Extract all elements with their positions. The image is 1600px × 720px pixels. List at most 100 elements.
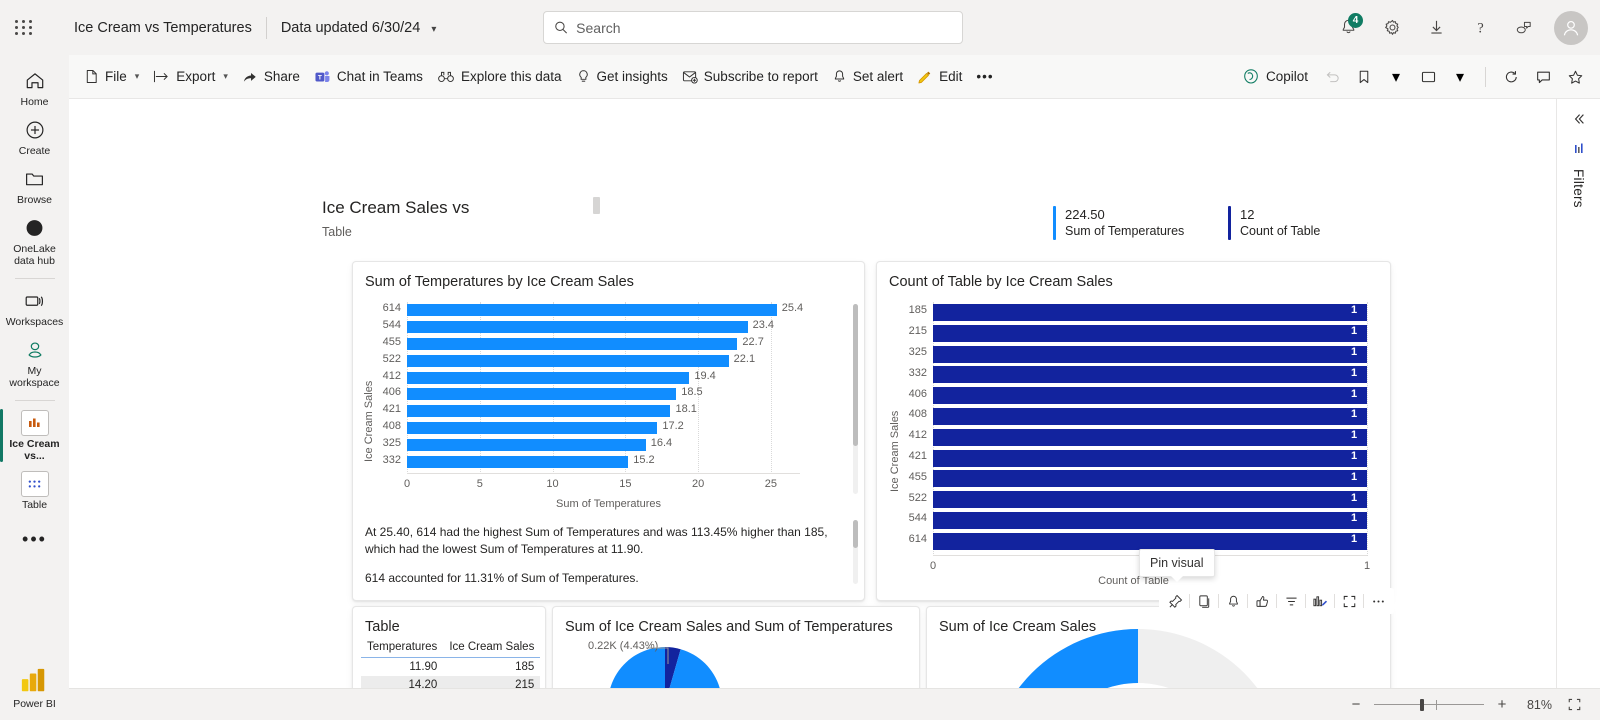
- canvas-drag-handle[interactable]: [593, 197, 600, 214]
- report-name-breadcrumb[interactable]: Ice Cream vs Temperatures: [74, 20, 252, 36]
- sidebar-item-my-workspace[interactable]: My workspace: [0, 332, 69, 393]
- bar[interactable]: [933, 449, 1367, 467]
- table-row[interactable]: 11.90 185: [361, 658, 540, 677]
- bar[interactable]: [407, 304, 777, 317]
- settings-button[interactable]: [1372, 8, 1412, 48]
- sidebar-item-table[interactable]: Table: [0, 466, 69, 515]
- filters-icon-button[interactable]: [1571, 141, 1587, 157]
- edit-button[interactable]: Edit: [910, 61, 969, 93]
- bar[interactable]: [933, 511, 1367, 529]
- bar[interactable]: [407, 388, 677, 401]
- bar[interactable]: [407, 455, 629, 468]
- report-canvas[interactable]: Ice Cream Sales vs Table 224.50 Sum of T…: [69, 99, 1556, 688]
- sidebar-item-home[interactable]: Home: [0, 63, 69, 112]
- bar[interactable]: [933, 470, 1367, 488]
- vertical-scrollbar-thumb[interactable]: [853, 304, 858, 446]
- sidebar-item-browse[interactable]: Browse: [0, 161, 69, 210]
- zoom-out-button[interactable]: −: [1348, 696, 1364, 713]
- bar[interactable]: [407, 338, 738, 350]
- sidebar-item-label: Ice Cream vs...: [9, 438, 60, 462]
- filters-panel-label[interactable]: Filters: [1571, 169, 1586, 208]
- bar[interactable]: [407, 371, 690, 384]
- set-alert-button[interactable]: Set alert: [825, 61, 910, 93]
- bar[interactable]: [407, 354, 729, 367]
- sidebar-item-onelake-data-hub[interactable]: OneLake data hub: [0, 210, 69, 271]
- report-icon: [20, 410, 49, 436]
- visual-hover-toolbar: [1159, 588, 1394, 614]
- file-menu-button[interactable]: File ▾: [77, 61, 146, 93]
- explore-this-data-button[interactable]: Explore this data: [430, 61, 569, 93]
- copy-icon-button[interactable]: [1192, 590, 1216, 612]
- bar[interactable]: [933, 491, 1367, 509]
- table-column-header[interactable]: Temperatures: [361, 639, 444, 658]
- visual-gauge[interactable]: Sum of Ice Cream Sales 4839 0 9678: [926, 606, 1391, 688]
- favorite-button[interactable]: [1560, 62, 1590, 92]
- bar[interactable]: [933, 387, 1367, 405]
- data-updated-dropdown[interactable]: Data updated 6/30/24 ▾: [281, 20, 437, 36]
- powerbi-brand[interactable]: Power BI: [13, 667, 56, 720]
- user-avatar[interactable]: [1554, 10, 1588, 45]
- table-column-header[interactable]: Ice Cream Sales: [443, 639, 541, 658]
- filter-icon-button[interactable]: [1279, 590, 1303, 612]
- focus-mode-icon-button[interactable]: [1337, 590, 1361, 612]
- zoom-slider[interactable]: [1374, 698, 1484, 712]
- alert-icon-button[interactable]: [1221, 590, 1245, 612]
- bar[interactable]: [407, 438, 646, 451]
- bar[interactable]: [933, 324, 1367, 342]
- sidebar-item-workspaces[interactable]: Workspaces: [0, 283, 69, 332]
- visual-temps-by-sales[interactable]: Sum of Temperatures by Ice Cream Sales 6…: [352, 261, 865, 601]
- notifications-button[interactable]: 4: [1328, 8, 1368, 48]
- app-launcher-button[interactable]: [0, 0, 48, 55]
- sidebar-item-ice-cream-report[interactable]: Ice Cream vs...: [0, 405, 69, 466]
- bar[interactable]: [407, 321, 748, 334]
- sidebar-item-create[interactable]: Create: [0, 112, 69, 161]
- downloads-button[interactable]: [1416, 8, 1456, 48]
- more-actions-button[interactable]: •••: [969, 61, 1000, 93]
- table-grid[interactable]: Temperatures Ice Cream Sales 11.90 185 14.20…: [361, 639, 541, 688]
- copilot-button[interactable]: Copilot: [1235, 61, 1315, 93]
- visual-table[interactable]: Table Temperatures Ice Cream Sales 11.90 18…: [352, 606, 546, 688]
- visual-pie[interactable]: Sum of Ice Cream Sales and Sum of Temper…: [552, 606, 920, 688]
- table-row[interactable]: 14.20 215: [361, 676, 541, 688]
- zoom-in-button[interactable]: +: [1494, 696, 1510, 713]
- export-menu-button[interactable]: Export ▾: [146, 61, 235, 93]
- visual-title: Table: [365, 619, 400, 635]
- fit-to-page-button[interactable]: [1562, 693, 1586, 717]
- bookmarks-button[interactable]: [1349, 62, 1379, 92]
- sidebar-more-button[interactable]: •••: [22, 515, 47, 550]
- visual-count-by-sales[interactable]: Count of Table by Ice Cream Sales 185 1 21…: [876, 261, 1391, 601]
- bar[interactable]: [933, 345, 1367, 363]
- feedback-button[interactable]: [1504, 8, 1544, 48]
- view-button[interactable]: [1413, 62, 1443, 92]
- analyze-icon-button[interactable]: [1308, 590, 1332, 612]
- collapse-filters-button[interactable]: [1571, 111, 1587, 127]
- view-dropdown[interactable]: ▾: [1445, 62, 1475, 92]
- bar[interactable]: [933, 532, 1367, 550]
- get-insights-button[interactable]: Get insights: [569, 61, 675, 93]
- bar[interactable]: [933, 407, 1367, 425]
- more-options-icon: [1372, 599, 1384, 603]
- refresh-button[interactable]: [1496, 62, 1526, 92]
- comments-button[interactable]: [1528, 62, 1558, 92]
- search-input[interactable]: [576, 19, 952, 36]
- subscribe-to-report-button[interactable]: Subscribe to report: [675, 61, 825, 93]
- kpi-card-count-of-table[interactable]: 12 Count of Table: [1228, 206, 1320, 240]
- x-axis-tick-label: 15: [619, 478, 632, 490]
- bar[interactable]: [933, 428, 1367, 446]
- data-label: 18.1: [675, 403, 697, 416]
- search-box[interactable]: [543, 11, 963, 44]
- kpi-card-sum-of-temperatures[interactable]: 224.50 Sum of Temperatures: [1053, 206, 1184, 240]
- insight-scrollbar-thumb[interactable]: [853, 520, 858, 548]
- category-label: 215: [908, 325, 927, 338]
- bar[interactable]: [407, 405, 671, 418]
- bookmarks-dropdown[interactable]: ▾: [1381, 62, 1411, 92]
- chat-in-teams-button[interactable]: T Chat in Teams: [307, 61, 430, 93]
- like-icon-button[interactable]: [1250, 590, 1274, 612]
- bar[interactable]: [933, 366, 1367, 384]
- bar[interactable]: [933, 303, 1367, 321]
- more-options-icon-button[interactable]: [1366, 590, 1390, 612]
- share-button[interactable]: Share: [235, 61, 307, 93]
- zoom-slider-thumb[interactable]: [1420, 698, 1424, 711]
- help-button[interactable]: ?: [1460, 8, 1500, 48]
- bar[interactable]: [407, 422, 658, 434]
